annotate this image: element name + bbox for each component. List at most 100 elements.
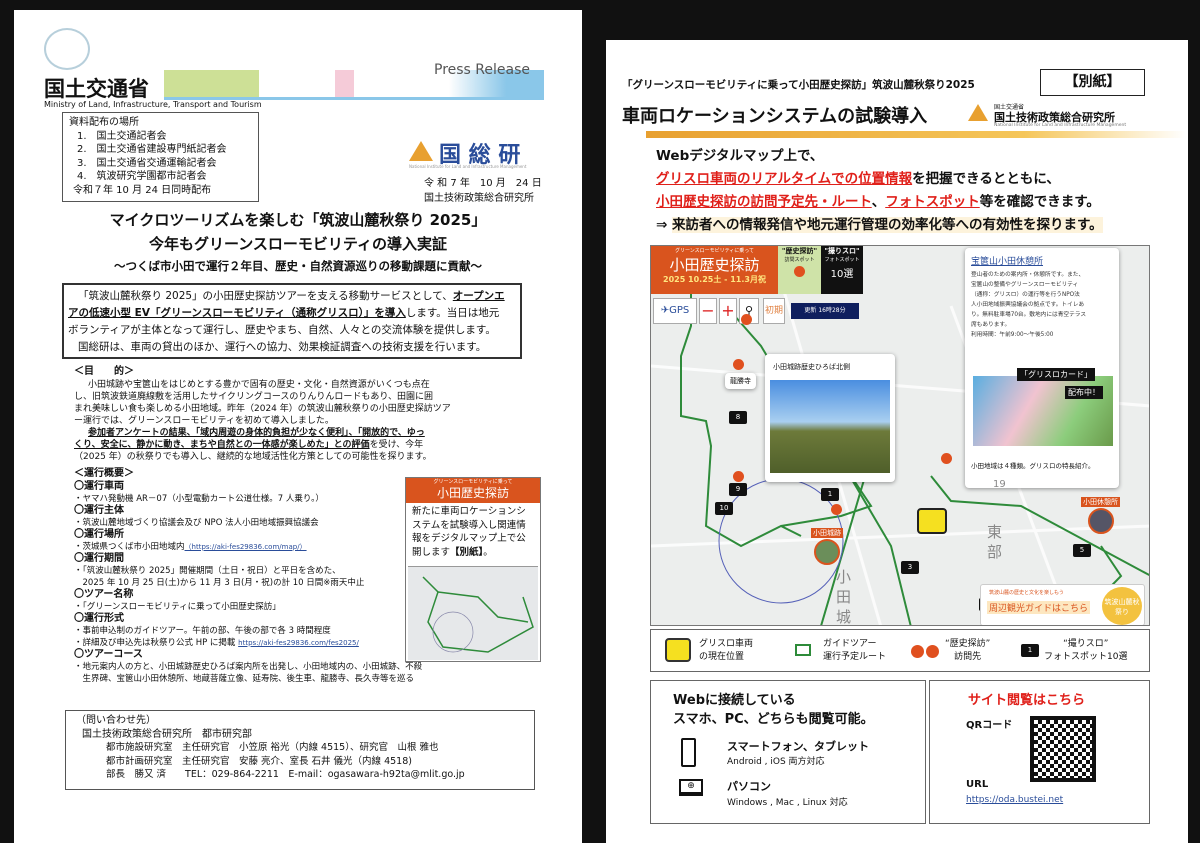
inset-map-thumbnail	[408, 566, 538, 660]
inset-line: 開します	[412, 546, 451, 558]
summary-text: します。当日は地元	[405, 307, 500, 319]
camera-icon[interactable]: 5	[1073, 544, 1091, 557]
history-pin-icon[interactable]	[733, 359, 744, 370]
legend-text: 訪問先	[954, 652, 982, 662]
overview-heading: ＜運行概要＞	[74, 468, 134, 479]
map-banner-title: 小田歴史探訪	[669, 256, 760, 274]
qr-code[interactable]	[1030, 716, 1096, 782]
location-system-inset: グリーンスローモビリティに乗って 小田歴史探訪 新たに車両ロケーションシ ステム…	[405, 477, 541, 662]
oda-castle-label: 小田城跡	[811, 528, 843, 538]
appendix-page: 「グリーンスローモビリティに乗って小田歴史探訪」筑波山麓秋祭り2025 【別紙】…	[606, 40, 1188, 843]
camera-legend-icon: 1	[1021, 644, 1039, 657]
history-pin-icon[interactable]	[831, 504, 842, 515]
camera-icon[interactable]: 1	[821, 488, 839, 501]
oda-castle-marker: 小田城跡	[811, 528, 843, 566]
camera-icon[interactable]: 3	[901, 561, 919, 574]
popup-line: （通称：グリスロ）の運行等を行うNPO法	[971, 292, 1080, 298]
overview-item: 〇運行場所 ・茨城県つくば市小田地域内（https://aki-fes29836.…	[74, 529, 422, 553]
appendix-title: 車両ロケーションシステムの試験導入	[622, 106, 928, 127]
overview-item: 〇運行主体 ・筑波山麓地域づくり協議会及び NPO 法人小田地域振興協議会	[74, 505, 422, 529]
digital-map[interactable]: グリーンスローモビリティに乗って 小田歴史探訪 2025 10.25土 - 11…	[650, 245, 1150, 626]
road-number: 19	[993, 479, 1006, 490]
camera-icon[interactable]: 10	[715, 502, 733, 515]
site-access-box: サイト閲覧はこちら QRコード URL https://oda.bustei.n…	[929, 680, 1150, 824]
legend-text: “歴史探訪”	[945, 639, 991, 649]
smartphone-label: スマートフォン、タブレット	[727, 740, 870, 753]
intro-highlight: フォトスポット	[885, 194, 980, 210]
org-english: National Institute for Land and Infrastr…	[994, 123, 1127, 128]
overview-line: ・地元案内人の方と、小田城跡歴史ひろば案内所を出発し、小田地域内の、小田城跡、不…	[74, 661, 423, 672]
zoom-out-button[interactable]: −	[699, 298, 717, 324]
summary-text: 「筑波山麓秋祭り 2025」の小田歴史探訪ツアーを支える移動サービスとして、	[78, 290, 453, 302]
tour-map-banner: グリーンスローモビリティに乗って 小田歴史探訪 2025 10.25土 - 11…	[651, 246, 778, 294]
history-pin-icon[interactable]	[941, 453, 952, 464]
history-pin-icon[interactable]	[733, 471, 744, 482]
overview-line: 生界碑、宝篋山小田休憩所、地蔵菩薩立像、延寿院、後生車、龍勝寺、長久寺等を巡る	[74, 673, 415, 684]
main-title-2: 今年もグリーンスローモビリティの導入実証	[148, 235, 448, 253]
map-link[interactable]: （https://aki-fes29836.com/map/）	[185, 543, 307, 551]
intro-line: を把握できるとともに、	[912, 171, 1060, 187]
overview-line: ・筑波山麓地域づくり協議会及び NPO 法人小田地域振興協議会	[74, 517, 319, 528]
history-spot-badge: "歴史探訪" 訪問スポット	[778, 246, 821, 294]
photo-sub: フォトスポット	[824, 257, 860, 263]
reset-button[interactable]: 初期	[763, 298, 785, 324]
popup-line: 登山者のための案内所・休憩所です。また、	[971, 272, 1085, 278]
card-banner-2: 配布中！	[1065, 386, 1103, 399]
map-banner-small: グリーンスローモビリティに乗って	[674, 248, 755, 254]
intro-conclusion: 来訪者への情報発信や地元運行管理の効率化等への有効性を探ります。	[672, 217, 1103, 233]
purpose-line: 小田城跡や宝篋山をはじめとする豊かで固有の歴史・文化・自然資源がいくつも点在	[88, 379, 430, 390]
overview-item-title: 〇ツアー名称	[74, 588, 134, 600]
rest-area-link[interactable]: 宝篋山小田休憩所	[971, 254, 1113, 267]
rest-area-marker: 小田休憩所	[1081, 497, 1120, 535]
qr-label: QRコード	[966, 720, 1013, 731]
festival-link[interactable]: https://aki-fes29836.com/fes2025/	[238, 639, 359, 647]
rest-area-label: 小田休憩所	[1081, 497, 1120, 507]
update-time: 更新 16時28分	[791, 303, 859, 319]
purpose-highlight: くり、安全に、静かに動き、まちや自然との一体感が楽しめた」との評価	[74, 439, 370, 450]
gps-button[interactable]: ✈GPS	[653, 298, 697, 324]
overview-item-title: 〇運行期間	[74, 552, 124, 564]
distribution-item: 3. 国土交通省交通運輸記者会	[77, 157, 217, 169]
zoom-in-button[interactable]: +	[719, 298, 737, 324]
purpose-line: ー運行では、グリーンスローモビリティを初めて導入しました。	[74, 415, 334, 426]
overview-item-title: 〇運行主体	[74, 504, 124, 516]
summary-text: ボランティアが主体となって運行し、歴史やまち、自然、人々との交流体験を提供します…	[68, 324, 496, 336]
purpose-line: まれ美味しい食も楽しめる小田地域。昨年（2024 年）の筑波山麓秋祭りの小田歴史…	[74, 403, 451, 414]
vehicle-legend-icon	[665, 638, 691, 662]
summary-text: 国総研は、車両の貸出のほか、運行への協力、効果検証調査への技術支援を行います。	[78, 341, 487, 353]
popup-line: 宝篋山の整備やグリーンスローモビリティ	[971, 282, 1079, 288]
card-banner: 「グリスロカード」	[1017, 368, 1095, 381]
device-support-box: Webに接続している スマホ、PC、どちらも閲覧可能。 スマートフォン、タブレット…	[650, 680, 926, 824]
subtitle: ～つくば市小田で運行２年目、歴史・自然資源巡りの移動課題に貢献～	[114, 259, 482, 273]
overview-line: ・詳細及び申込先は秋祭り公式 HP に掲載	[74, 637, 236, 648]
intro-highlight: 小田歴史探訪の訪問予定先・ルート	[656, 194, 872, 210]
summary-box: 「筑波山麓秋祭り 2025」の小田歴史探訪ツアーを支える移動サービスとして、オー…	[62, 283, 522, 359]
press-release-label: Press Release	[434, 62, 530, 78]
tourist-guide-banner[interactable]: 筑波山麓の歴史と文化を楽しもう 周辺観光ガイドはこちら 筑波山麓秋祭り	[980, 584, 1145, 625]
contact-line: 都市計画研究室 主任研究官 安藤 亮介、室長 石井 儀光（内線 4518)	[106, 755, 412, 767]
popup-hours: 利用時間：午前9:00～午後5:00	[971, 332, 1054, 338]
overview-line: 2025 年 10 月 25 日(土)から 11 月 3 日(月・祝)の計 10…	[74, 577, 365, 588]
history-sub: 訪問スポット	[784, 257, 815, 263]
overview-item-title: 〇運行車両	[74, 480, 124, 492]
legend-photo: “撮りスロ” フォトスポット10選	[1044, 638, 1127, 664]
camera-icon[interactable]: 8	[729, 411, 747, 424]
overview-item-title: 〇運行場所	[74, 528, 124, 540]
intro-separator: 、	[871, 194, 886, 210]
map-legend: グリスロ車両 の現在位置 ガイドツアー 運行予定ルート “歴史探訪” 訪問先 1 “撮…	[650, 629, 1150, 672]
purpose-highlight: 参加者アンケートの結果、「域内周遊の身体的負担が少なく便利」、「開放的で、ゆっ	[88, 427, 425, 438]
distribution-item: 1. 国土交通記者会	[77, 130, 167, 142]
history-pin-icon[interactable]	[741, 314, 752, 325]
legend-history: “歴史探訪” 訪問先	[945, 638, 990, 664]
legend-text: フォトスポット10選	[1044, 652, 1128, 662]
intro-line: 等を確認できます。	[979, 194, 1100, 210]
distribution-box: 資料配布の場所 1. 国土交通記者会 2. 国土交通省建設専門紙記者会 3. 国…	[62, 112, 259, 202]
legend-text: ガイドツアー	[823, 639, 877, 649]
distribution-date: 令和７年 10 月 24 日同時配布	[73, 184, 212, 196]
guide-title: 周辺観光ガイドはこちら	[987, 601, 1091, 614]
overview-line: ・「筑波山麓秋祭り 2025」開催期間（土日・祝日）と平日を含めた、	[74, 565, 341, 576]
site-url-link[interactable]: https://oda.bustei.net	[966, 795, 1063, 805]
camera-icon[interactable]: 9	[729, 483, 747, 496]
vehicle-location-marker[interactable]	[917, 508, 947, 534]
popup-line: り。無料駐車場70台。敷地内には青空テラス	[971, 312, 1087, 318]
